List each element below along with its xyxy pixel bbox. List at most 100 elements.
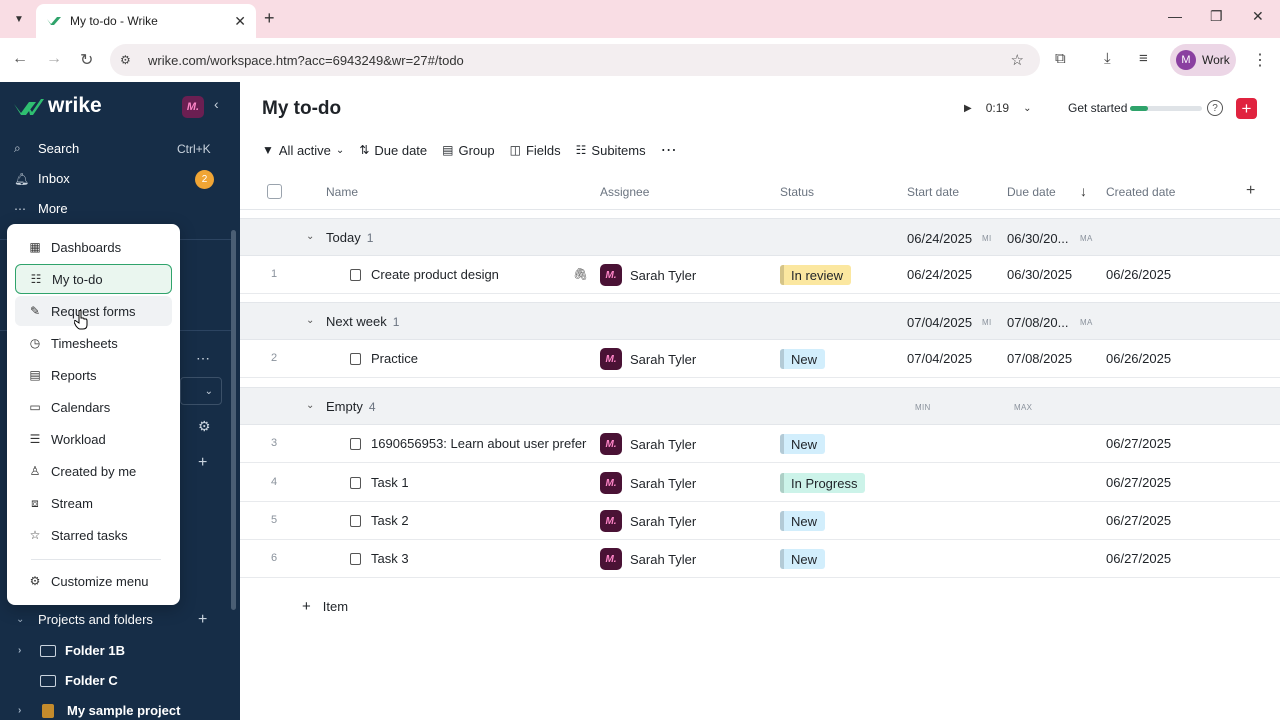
url-bar[interactable]: ⚙ wrike.com/workspace.htm?acc=6943249&wr… xyxy=(110,44,1040,76)
browser-menu-icon[interactable]: ⋮ xyxy=(1252,50,1268,70)
sidebar-item-folder-c[interactable]: Folder C xyxy=(14,673,118,688)
back-icon[interactable]: ← xyxy=(12,50,28,68)
group-header[interactable]: ⌄ Next week 1 07/04/2025 MI 07/08/20... M… xyxy=(240,302,1280,340)
sidebar-inbox[interactable]: 🔔︎ Inbox xyxy=(14,171,224,186)
menu-item-reports[interactable]: ▤ Reports xyxy=(15,360,172,390)
sidebar-scrollbar[interactable] xyxy=(231,230,236,610)
fields-button[interactable]: ◫ Fields xyxy=(510,143,561,158)
bookmark-star-icon[interactable]: ☆ xyxy=(1011,51,1024,69)
reload-icon[interactable]: ↻ xyxy=(80,50,93,70)
projects-and-folders-header[interactable]: ⌄ Projects and folders + xyxy=(14,611,214,629)
restore-icon[interactable]: ❐ xyxy=(1210,8,1223,25)
menu-item-customize-menu[interactable]: ⚙ Customize menu xyxy=(15,566,172,596)
sidebar-search[interactable]: ⌕ Search Ctrl+K xyxy=(14,141,224,156)
menu-item-stream[interactable]: ⧈ Stream xyxy=(15,488,172,518)
assignee[interactable]: M. Sarah Tyler xyxy=(600,433,696,455)
tab-search-icon[interactable]: ▼ xyxy=(8,8,30,30)
table-row[interactable]: 5 Task 2 M. Sarah Tyler New 06/27/2025 xyxy=(240,502,1280,540)
space-settings-icon[interactable]: ⚙ xyxy=(198,418,211,435)
column-start-date[interactable]: Start date xyxy=(907,185,959,199)
table-row[interactable]: 3 1690656953: Learn about user prefere M… xyxy=(240,425,1280,463)
sidebar-item-folder-1b[interactable]: › Folder 1B xyxy=(14,643,125,658)
extensions-icon[interactable]: ⧉ xyxy=(1055,50,1066,67)
sort-arrow-icon[interactable]: ↓ xyxy=(1080,183,1087,199)
status-badge[interactable]: New xyxy=(780,434,826,454)
play-icon[interactable]: ▶ xyxy=(964,103,972,114)
browser-tab[interactable]: My to-do - Wrike ✕ xyxy=(36,4,256,38)
menu-item-calendars[interactable]: ▭ Calendars xyxy=(15,392,172,422)
media-control-icon[interactable]: ≡ xyxy=(1139,50,1148,67)
chevron-down-icon[interactable]: ⌄ xyxy=(1023,103,1031,114)
add-item-button[interactable]: + Item xyxy=(302,598,348,615)
group-header[interactable]: ⌄ Empty 4 MIN MAX xyxy=(240,387,1280,425)
add-project-icon[interactable]: + xyxy=(198,611,207,629)
menu-item-request-forms[interactable]: ✎ Request forms xyxy=(15,296,172,326)
table-row[interactable]: 2 Practice M. Sarah Tyler New 07/04/2025 … xyxy=(240,340,1280,378)
assignee[interactable]: M. Sarah Tyler xyxy=(600,510,696,532)
create-new-button[interactable]: + xyxy=(1236,98,1257,119)
group-button[interactable]: ▤ Group xyxy=(442,143,494,158)
help-icon[interactable]: ? xyxy=(1207,100,1223,116)
menu-item-timesheets[interactable]: ◷ Timesheets xyxy=(15,328,172,358)
task-name[interactable]: Task 2 xyxy=(371,513,587,528)
column-status[interactable]: Status xyxy=(780,185,814,199)
column-due-date[interactable]: Due date xyxy=(1007,185,1056,199)
assignee[interactable]: M. Sarah Tyler xyxy=(600,472,696,494)
workspace-avatar[interactable]: M. xyxy=(182,96,204,118)
sidebar-item-my-sample-project[interactable]: › My sample project xyxy=(14,703,180,718)
status-badge[interactable]: In Progress xyxy=(780,473,866,493)
collapse-sidebar-icon[interactable]: ‹ xyxy=(214,96,219,112)
filter-button[interactable]: ▼ All active ⌄ xyxy=(262,143,344,158)
close-tab-icon[interactable]: ✕ xyxy=(234,13,246,30)
table-row[interactable]: 1 Create product design 🖇︎ M. Sarah Tyler… xyxy=(240,256,1280,294)
get-started-label[interactable]: Get started xyxy=(1068,101,1127,115)
menu-item-workload[interactable]: ☰ Workload xyxy=(15,424,172,454)
sidebar-more[interactable]: ⋯ More xyxy=(14,201,68,216)
status-badge[interactable]: New xyxy=(780,349,826,369)
close-window-icon[interactable]: ✕ xyxy=(1252,8,1264,25)
subitems-button[interactable]: ☷ Subitems xyxy=(576,143,646,158)
space-options-icon[interactable]: ⋯ xyxy=(196,350,210,367)
group-header[interactable]: ⌄ Today 1 06/24/2025 MI 06/30/20... MA xyxy=(240,218,1280,256)
status-badge[interactable]: In review xyxy=(780,265,852,285)
status-badge[interactable]: New xyxy=(780,549,826,569)
due-date[interactable]: 06/30/2025 xyxy=(1007,267,1072,282)
add-column-icon[interactable]: + xyxy=(1246,182,1255,200)
stream-icon: ⧈ xyxy=(31,495,39,510)
column-assignee[interactable]: Assignee xyxy=(600,185,649,199)
task-name[interactable]: Practice xyxy=(371,351,587,366)
column-created-date[interactable]: Created date xyxy=(1106,185,1175,199)
status-badge[interactable]: New xyxy=(780,511,826,531)
assignee[interactable]: M. Sarah Tyler xyxy=(600,348,696,370)
menu-item-dashboards[interactable]: ▦ Dashboards xyxy=(15,232,172,262)
due-date[interactable]: 07/08/2025 xyxy=(1007,351,1072,366)
forward-icon[interactable]: → xyxy=(46,50,62,68)
more-options-icon[interactable]: ⋯ xyxy=(661,140,677,160)
menu-item-created-by-me[interactable]: ♙ Created by me xyxy=(15,456,172,486)
form-icon: ✎ xyxy=(29,304,41,318)
new-tab-icon[interactable]: + xyxy=(264,8,275,29)
table-row[interactable]: 6 Task 3 M. Sarah Tyler New 06/27/2025 xyxy=(240,540,1280,578)
wrike-logo[interactable]: wrike xyxy=(14,94,102,118)
timer[interactable]: ▶ 0:19 ⌄ xyxy=(964,98,1031,118)
add-space-icon[interactable]: + xyxy=(198,454,207,472)
task-name[interactable]: 1690656953: Learn about user prefere xyxy=(371,436,587,451)
sort-button[interactable]: ⇅ Due date xyxy=(359,143,427,158)
download-icon[interactable]: ⤓ xyxy=(1104,50,1111,67)
menu-item-starred-tasks[interactable]: ☆ Starred tasks xyxy=(15,520,172,550)
task-name[interactable]: Create product design xyxy=(371,267,587,282)
site-info-icon[interactable]: ⚙ xyxy=(120,53,136,67)
start-date[interactable]: 07/04/2025 xyxy=(907,351,972,366)
start-date[interactable]: 06/24/2025 xyxy=(907,267,972,282)
task-name[interactable]: Task 1 xyxy=(371,475,587,490)
column-name[interactable]: Name xyxy=(326,185,358,199)
table-row[interactable]: 4 Task 1 M. Sarah Tyler In Progress 06/27… xyxy=(240,464,1280,502)
assignee[interactable]: M. Sarah Tyler xyxy=(600,264,696,286)
task-name[interactable]: Task 3 xyxy=(371,551,587,566)
menu-item-my-todo[interactable]: ☷ My to-do xyxy=(15,264,172,294)
profile-button[interactable]: M Work xyxy=(1170,44,1236,76)
select-all-checkbox[interactable] xyxy=(267,184,282,199)
space-selector[interactable]: ⌄ xyxy=(180,377,222,405)
assignee[interactable]: M. Sarah Tyler xyxy=(600,548,696,570)
minimize-icon[interactable]: — xyxy=(1168,8,1182,24)
